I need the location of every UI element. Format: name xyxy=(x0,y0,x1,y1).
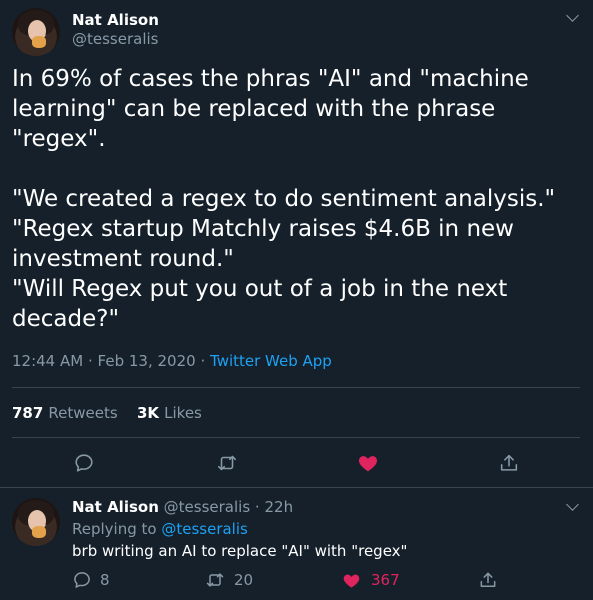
separator: · xyxy=(87,352,93,370)
author-name[interactable]: Nat Alison xyxy=(72,11,159,29)
reply-reply-count: 8 xyxy=(100,571,110,589)
replying-to-label: Replying to xyxy=(72,520,157,538)
divider xyxy=(0,487,593,488)
reply-retweet-count: 20 xyxy=(234,571,254,589)
reply-author-avatar[interactable] xyxy=(12,498,60,546)
reply-like-heart-icon[interactable] xyxy=(342,571,364,591)
replying-to-handle[interactable]: @tesseralis xyxy=(161,520,247,538)
reply-retweet-icon[interactable] xyxy=(205,570,227,590)
reply-author-handle[interactable]: @tesseralis xyxy=(164,498,250,516)
likes-count: 3K xyxy=(137,404,160,422)
tweet-time[interactable]: 12:44 AM xyxy=(12,352,83,370)
reply-share-icon[interactable] xyxy=(478,570,500,590)
separator: · xyxy=(200,352,206,370)
replying-to: Replying to @tesseralis xyxy=(72,520,248,538)
reply-age[interactable]: 22h xyxy=(264,498,293,516)
reply-reply-icon[interactable] xyxy=(72,570,94,590)
divider xyxy=(12,437,580,438)
reply-menu-chevron-down-icon[interactable] xyxy=(566,498,579,511)
reply-like-count: 367 xyxy=(371,571,400,589)
author-avatar[interactable] xyxy=(12,8,60,56)
tweet-meta: 12:44 AM · Feb 13, 2020 · Twitter Web Ap… xyxy=(12,352,332,370)
likes-stat[interactable]: 3K Likes xyxy=(137,403,202,422)
retweets-stat[interactable]: 787 Retweets xyxy=(12,403,118,422)
author-handle[interactable]: @tesseralis xyxy=(72,30,158,48)
tweet-date[interactable]: Feb 13, 2020 xyxy=(98,352,196,370)
separator: · xyxy=(254,498,260,516)
divider xyxy=(12,387,580,388)
share-icon[interactable] xyxy=(498,452,520,474)
tweet-menu-chevron-down-icon[interactable] xyxy=(566,9,579,22)
tweet-source-link[interactable]: Twitter Web App xyxy=(210,352,332,370)
retweets-count: 787 xyxy=(12,404,44,422)
like-heart-icon[interactable] xyxy=(357,452,379,474)
reply-icon[interactable] xyxy=(73,452,95,474)
reply-text: brb writing an AI to replace "AI" with "… xyxy=(72,542,408,560)
retweet-icon[interactable] xyxy=(216,452,238,474)
tweet-text: In 69% of cases the phras "AI" and "mach… xyxy=(12,66,556,332)
retweets-label: Retweets xyxy=(48,404,118,422)
reply-author-name[interactable]: Nat Alison xyxy=(72,498,159,516)
reply-header: Nat Alison @tesseralis · 22h xyxy=(72,498,293,516)
likes-label: Likes xyxy=(164,404,202,422)
